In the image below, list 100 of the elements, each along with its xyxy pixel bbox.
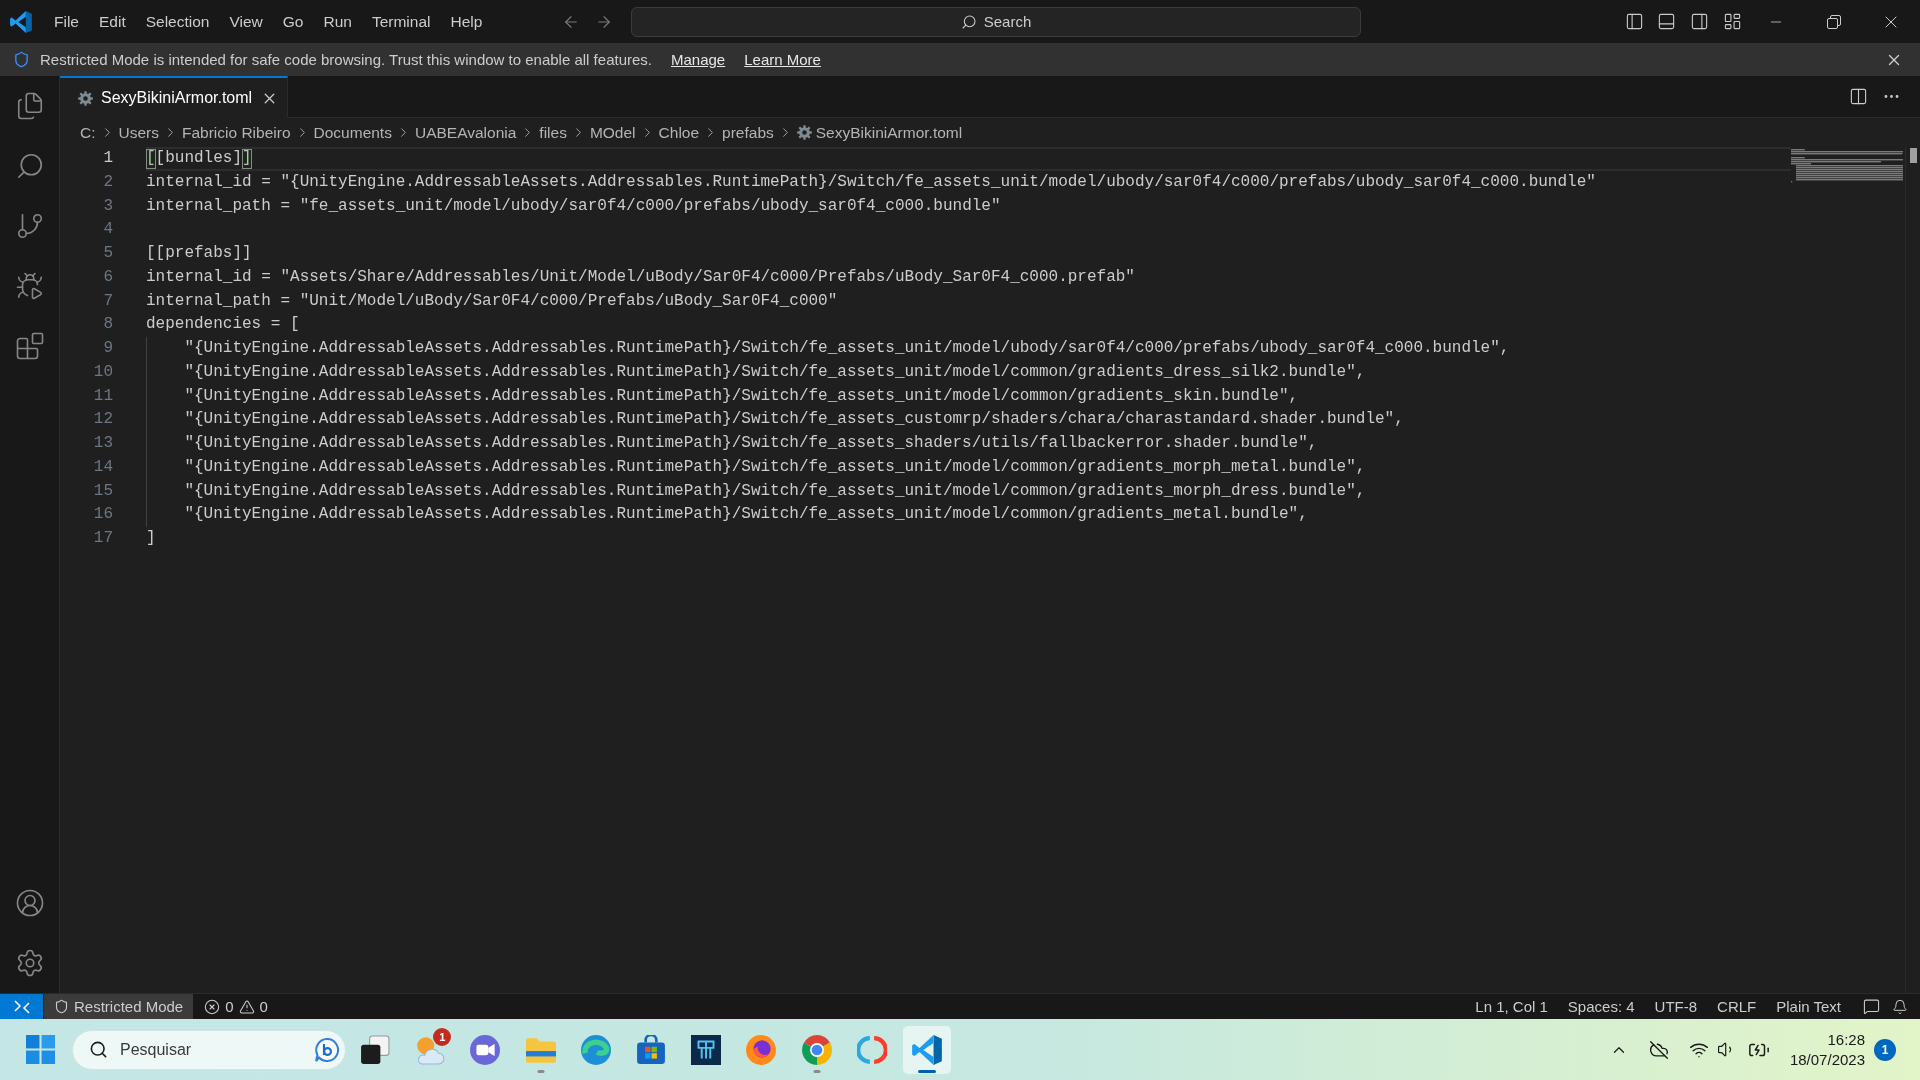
code-line: "{UnityEngine.AddressableAssets.Addressables.RuntimePath}/Switch/fe_assets_shaders/utils/fallbackerror.shader.bundle",	[184, 433, 1318, 454]
account-icon[interactable]	[14, 888, 45, 918]
bell-icon[interactable]	[1892, 998, 1908, 1015]
breadcrumb-item[interactable]: prefabs	[722, 123, 774, 142]
restricted-mode-button[interactable]: Restricted Mode	[44, 994, 194, 1019]
status-item[interactable]: Spaces: 4	[1557, 998, 1645, 1015]
angle-brackets-icon[interactable]	[13, 999, 30, 1014]
menu-item[interactable]: Terminal	[361, 6, 441, 37]
line-number: 11	[92, 385, 113, 407]
line-number: 15	[92, 480, 113, 502]
menu-item[interactable]: Help	[440, 6, 493, 37]
status-item[interactable]: Ln 1, Col 1	[1465, 998, 1558, 1015]
breadcrumb-item[interactable]: Documents	[313, 123, 392, 142]
code-line: internal_id = "{UnityEngine.AddressableAssets.Addressables.RuntimePath}/Switch/fe_assets_unit/model/ubody/sar0f4/c000/prefabs/ubody_sar0f4_c000.bundle"	[146, 171, 1596, 193]
clock-time[interactable]: 16:28	[1827, 1029, 1865, 1050]
chat-bubble-icon[interactable]	[314, 1036, 340, 1063]
menu-item[interactable]: Selection	[135, 6, 220, 37]
line-number: 9	[102, 338, 113, 359]
ribbon-logo-icon	[911, 1034, 942, 1065]
split-ring-icon	[856, 1034, 887, 1065]
line-number: 3	[102, 195, 113, 217]
emblem-tile-icon	[691, 1034, 722, 1065]
code-line: internal_id = "Assets/Share/Addressables/Unit/Model/uBody/Sar0F4/c000/Prefabs/uBody_Sar0F4_c000.prefab"	[146, 266, 1135, 288]
menu-item[interactable]: Run	[313, 6, 362, 37]
gear-icon	[78, 90, 93, 106]
menu-item[interactable]: Go	[272, 6, 314, 37]
line-number: 2	[102, 171, 113, 193]
video-camera-icon	[470, 1034, 501, 1065]
line-number: 14	[92, 456, 113, 478]
code-line: "{UnityEngine.AddressableAssets.Addressables.RuntimePath}/Switch/fe_assets_unit/model/common/gradients_morph_dress.bundle",	[184, 480, 1366, 502]
line-number: 7	[102, 290, 113, 312]
breadcrumb-item[interactable]: Chloe	[658, 123, 700, 142]
restore-icon[interactable]	[1826, 14, 1841, 29]
search-icon	[89, 1040, 108, 1059]
code-line: "{UnityEngine.AddressableAssets.Addressables.RuntimePath}/Switch/fe_assets_unit/model/common/gradients_metal.bundle",	[184, 504, 1308, 526]
banner-link[interactable]: Learn More	[744, 51, 821, 68]
breadcrumb-item[interactable]: Users	[118, 123, 159, 142]
sidebar-left-icon[interactable]	[1624, 12, 1644, 31]
minimap[interactable]	[1791, 149, 1903, 183]
code-line: "{UnityEngine.AddressableAssets.Addressables.RuntimePath}/Switch/fe_assets_unit/model/common/gradients_skin.bundle",	[184, 385, 1299, 407]
gear-icon	[796, 125, 812, 140]
clock-date[interactable]: 18/07/2023	[1789, 1049, 1865, 1070]
line-number: 8	[102, 314, 113, 336]
overlapping-squares-icon	[360, 1034, 390, 1065]
line-number: 10	[92, 361, 113, 383]
breadcrumb-item[interactable]: Fabricio Ribeiro	[182, 123, 291, 142]
panel-bottom-icon[interactable]	[1657, 12, 1677, 31]
line-number: 6	[102, 266, 113, 288]
menu-item[interactable]: View	[219, 6, 273, 37]
status-item[interactable]: CRLF	[1707, 998, 1767, 1015]
menu-item[interactable]: File	[44, 6, 89, 37]
breadcrumb-item[interactable]: UABEAvalonia	[414, 123, 517, 142]
status-item[interactable]: UTF-8	[1644, 998, 1708, 1015]
code-line: "{UnityEngine.AddressableAssets.Addressables.RuntimePath}/Switch/fe_assets_unit/model/ubody/sar0f4/c000/prefabs/ubody_sar0f4_c000.bundle",	[184, 338, 1510, 359]
blocks-icon[interactable]	[14, 331, 45, 361]
four-squares-icon[interactable]	[25, 1035, 55, 1064]
scrollbar-thumb[interactable]	[1910, 148, 1917, 163]
sun-cloud-icon	[415, 1034, 446, 1065]
warning-icon[interactable]	[238, 998, 255, 1015]
layout-grid-icon[interactable]	[1722, 12, 1742, 31]
shield-icon	[54, 999, 69, 1014]
code-line: "{UnityEngine.AddressableAssets.Addressables.RuntimePath}/Switch/fe_assets_unit/model/common/gradients_dress_silk2.bundle",	[184, 361, 1366, 383]
bug-play-icon[interactable]	[14, 271, 45, 301]
shopping-bag-icon	[635, 1034, 666, 1065]
warning-count[interactable]: 0	[259, 998, 268, 1015]
command-center[interactable]: Search	[631, 6, 1361, 37]
breadcrumb-item[interactable]: SexyBikiniArmor.toml	[815, 123, 963, 142]
menu-item[interactable]: Edit	[89, 6, 136, 37]
breadcrumb-item[interactable]: MOdel	[589, 123, 636, 142]
line-number: 1	[102, 148, 113, 169]
shield-icon	[13, 51, 30, 68]
line-number: 5	[102, 243, 113, 264]
line-number: 12	[92, 409, 113, 431]
split-editor-icon[interactable]	[1849, 87, 1868, 106]
cloud-off-icon[interactable]	[1648, 1039, 1669, 1060]
search-icon[interactable]	[960, 13, 977, 30]
code-line: ]	[146, 528, 156, 549]
notification-count[interactable]: 1	[1874, 1038, 1896, 1061]
banner-message: Restricted Mode is intended for safe code browsing. Trust this window to enable all features.	[40, 51, 652, 68]
code-line: "{UnityEngine.AddressableAssets.Addressables.RuntimePath}/Switch/fe_assets_customrp/shaders/chara/charastandard.shader.bundle",	[184, 409, 1404, 431]
breadcrumb-item[interactable]: files	[539, 123, 567, 142]
error-icon[interactable]	[204, 998, 221, 1015]
taskbar-button[interactable]: 1	[406, 1025, 455, 1074]
error-count[interactable]: 0	[225, 998, 234, 1015]
code-line: internal_path = "Unit/Model/uBody/Sar0F4/c000/Prefabs/uBody_Sar0F4_c000"	[146, 290, 838, 312]
sidebar-right-icon[interactable]	[1689, 12, 1709, 31]
status-item[interactable]: Plain Text	[1766, 998, 1851, 1015]
notification-count: 1	[433, 1027, 452, 1046]
code-line: "{UnityEngine.AddressableAssets.Addressables.RuntimePath}/Switch/fe_assets_unit/model/common/gradients_morph_metal.bundle",	[184, 456, 1366, 478]
editor-tab[interactable]: SexyBikiniArmor.toml	[60, 76, 288, 118]
code-line: dependencies = [	[146, 314, 300, 336]
code-line: internal_path = "fe_assets_unit/model/ubody/sar0f4/c000/prefabs/ubody_sar0f4_c000.bundle"	[146, 195, 1001, 217]
speech-bubble-icon[interactable]	[1863, 998, 1880, 1015]
swirl-icon	[580, 1034, 611, 1065]
line-number: 13	[92, 433, 113, 454]
line-number: 17	[92, 528, 113, 549]
breadcrumb-item[interactable]: C:	[80, 123, 96, 142]
search-box[interactable]: Pesquisar	[72, 1029, 346, 1070]
banner-link[interactable]: Manage	[671, 51, 726, 68]
code-line: [[prefabs]]	[146, 243, 252, 264]
